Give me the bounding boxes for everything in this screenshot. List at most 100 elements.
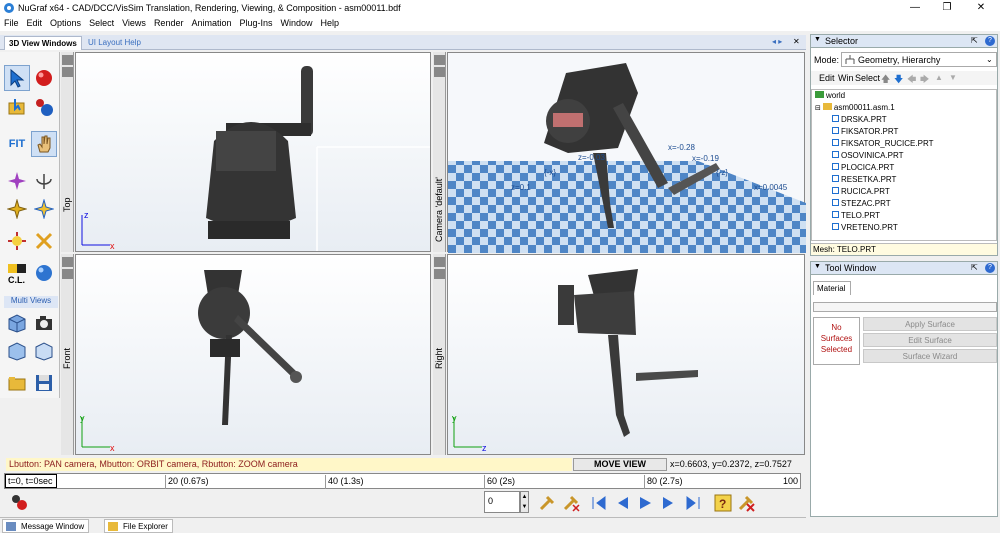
tab-close-icon[interactable]: ✕ [793, 37, 800, 46]
move-down-icon[interactable]: 🡇 [894, 72, 903, 88]
menu-help[interactable]: Help [317, 16, 344, 30]
panel-help-icon[interactable]: ? [985, 36, 995, 46]
open-folder-select-button[interactable] [4, 94, 30, 120]
view-pin-icon[interactable] [62, 67, 73, 77]
move-left-icon[interactable]: 🡄 [907, 72, 916, 88]
timeline-label-60: 60 (2s) [487, 476, 516, 486]
view-pin-icon[interactable] [434, 67, 445, 77]
key-delete-icon[interactable] [562, 494, 580, 512]
expand-up-icon[interactable]: ▲ [935, 73, 943, 82]
multi-view-cube-b-button[interactable] [31, 338, 57, 364]
tree-item-part[interactable]: TELO.PRT [832, 211, 880, 220]
move-button[interactable] [4, 196, 30, 222]
view-pin-icon[interactable] [62, 269, 73, 279]
move-right-icon[interactable]: 🡆 [920, 72, 929, 88]
tree-item-part[interactable]: VRETENO.PRT [832, 223, 898, 232]
tree-item-part[interactable]: FIKSATOR_RUCICE.PRT [832, 139, 933, 148]
record-icon[interactable] [10, 493, 30, 511]
collapse-icon[interactable]: ▼ [814, 263, 821, 270]
menu-views[interactable]: Views [118, 16, 150, 30]
minimize-button[interactable]: — [900, 0, 930, 16]
view-menu-icon[interactable] [62, 55, 73, 65]
front-viewport[interactable]: y x [75, 254, 431, 455]
tree-item-part[interactable]: FIKSATOR.PRT [832, 127, 898, 136]
rotate-axis-button[interactable] [31, 168, 57, 194]
menu-edit[interactable]: Edit [23, 16, 47, 30]
tree-item-world[interactable]: world [815, 91, 845, 100]
pin-icon[interactable]: ⇱ [971, 263, 978, 272]
tree-item-part[interactable]: RESETKA.PRT [832, 175, 896, 184]
win-button[interactable]: Win [838, 73, 854, 83]
tree-item-part[interactable]: RUCICA.PRT [832, 187, 890, 196]
top-viewport[interactable]: z x [75, 52, 431, 252]
app-icon [4, 3, 14, 13]
maximize-button[interactable]: ❐ [932, 0, 962, 16]
menu-render[interactable]: Render [150, 16, 188, 30]
menu-select[interactable]: Select [85, 16, 118, 30]
go-to-start-icon[interactable] [591, 495, 607, 511]
select-arrow-button[interactable] [4, 65, 30, 91]
tab-material[interactable]: Material [813, 281, 851, 295]
multi-view-camera-button[interactable] [31, 310, 57, 336]
fit-view-button[interactable]: FIT [4, 131, 30, 157]
frame-number-input[interactable]: 0 [484, 491, 520, 513]
step-back-icon[interactable] [614, 495, 630, 511]
view-menu-icon[interactable] [62, 257, 73, 267]
save-file-button[interactable] [31, 370, 57, 396]
expand-down-icon[interactable]: ▼ [949, 73, 957, 82]
mode-dropdown[interactable]: Geometry, Hierarchy ⌄ [841, 52, 997, 67]
step-forward-icon[interactable] [661, 495, 677, 511]
render-sphere-button[interactable] [31, 65, 57, 91]
tab-3d-view-windows[interactable]: 3D View Windows [4, 36, 82, 50]
top-view-label: Top [62, 197, 72, 212]
tab-scroll-arrows[interactable]: ◂ ▸ [772, 37, 782, 46]
light-button[interactable] [4, 228, 30, 254]
menu-window[interactable]: Window [277, 16, 317, 30]
material-sphere-button[interactable] [31, 260, 57, 286]
tree-item-part[interactable]: STEZAC.PRT [832, 199, 891, 208]
multi-view-grid-button[interactable] [4, 310, 30, 336]
top-view-strip: Top [61, 52, 74, 252]
move-up-icon[interactable]: 🡅 [881, 72, 890, 88]
tree-item-assembly[interactable]: ⊟ asm00011.asm.1 [815, 103, 895, 112]
status-hint: Lbutton: PAN camera, Mbutton: ORBIT came… [6, 458, 572, 471]
edit-surface-button[interactable]: Edit Surface [863, 333, 997, 347]
view-pin-icon[interactable] [434, 269, 445, 279]
menu-animation[interactable]: Animation [187, 16, 235, 30]
menu-plugins[interactable]: Plug-Ins [236, 16, 277, 30]
open-file-button[interactable] [4, 370, 30, 396]
tree-item-part[interactable]: PLOCICA.PRT [832, 163, 894, 172]
view-menu-icon[interactable] [434, 257, 445, 267]
cursor-coordinates: x=0.6603, y=0.2372, z=0.7527 [670, 459, 792, 469]
help-icon[interactable]: ? [714, 494, 732, 512]
frame-spinner[interactable]: ▲ ▼ [520, 491, 529, 513]
play-icon[interactable] [637, 495, 653, 511]
tree-item-part[interactable]: OSOVINICA.PRT [832, 151, 904, 160]
pin-icon[interactable]: ⇱ [971, 36, 978, 45]
tree-item-part[interactable]: DRSKA.PRT [832, 115, 887, 124]
edit-button[interactable]: Edit [819, 73, 835, 83]
color-button[interactable]: C.L. [4, 260, 30, 286]
right-viewport[interactable]: y z [447, 254, 805, 455]
menu-options[interactable]: Options [46, 16, 85, 30]
view-menu-icon[interactable] [434, 55, 445, 65]
surface-wizard-button[interactable]: Surface Wizard [863, 349, 997, 363]
light-target-button[interactable] [31, 228, 57, 254]
tab-ui-layout-help[interactable]: UI Layout Help [84, 36, 145, 50]
select-button[interactable]: Select [855, 73, 880, 83]
key-add-icon[interactable] [538, 494, 556, 512]
scale-button[interactable] [31, 196, 57, 222]
camera-viewport[interactable]: z=-0.03 x=-0.28 x=-0.19 z=0.1 {-x} {-z} … [447, 52, 806, 253]
orbit-button[interactable] [4, 168, 30, 194]
apply-surface-button[interactable]: Apply Surface [863, 317, 997, 331]
panel-help-icon[interactable]: ? [985, 263, 995, 273]
stop-key-icon[interactable] [737, 494, 755, 512]
collapse-icon[interactable]: ▼ [814, 36, 821, 43]
pick-object-button[interactable] [31, 94, 57, 120]
animation-timeline[interactable]: t=0, t=0sec 20 (0.67s) 40 (1.3s) 60 (2s)… [4, 473, 801, 489]
menu-file[interactable]: File [0, 16, 23, 30]
multi-view-cube-a-button[interactable] [4, 338, 30, 364]
pan-hand-button[interactable] [31, 131, 57, 157]
close-button[interactable]: ✕ [966, 0, 996, 16]
go-to-end-icon[interactable] [685, 495, 701, 511]
